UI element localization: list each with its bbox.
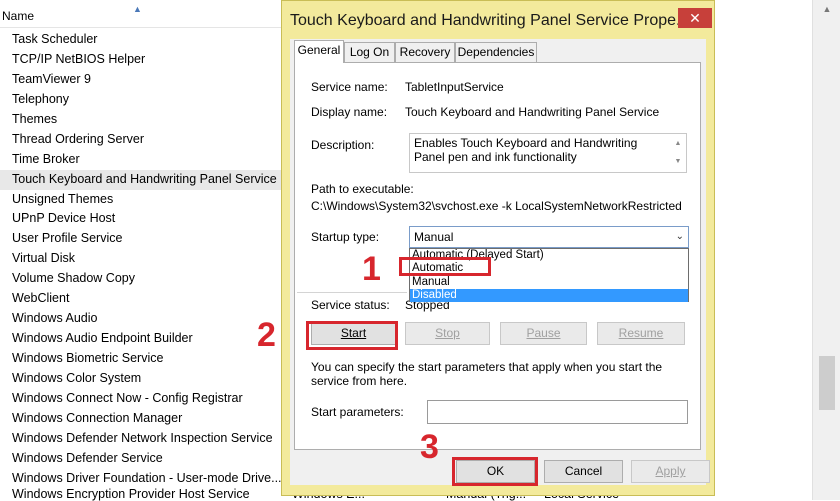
resume-button-label: Resume	[618, 326, 664, 340]
service-list-item[interactable]: Windows Defender Network Inspection Serv…	[0, 429, 284, 449]
pause-button-label: Pause	[526, 326, 561, 340]
description-text: Enables Touch Keyboard and Handwriting P…	[414, 136, 638, 164]
service-list-item[interactable]: Themes	[0, 110, 284, 130]
service-list-item[interactable]: Touch Keyboard and Handwriting Panel Ser…	[0, 169, 284, 190]
display-name-value: Touch Keyboard and Handwriting Panel Ser…	[405, 105, 660, 119]
service-list-item[interactable]: Thread Ordering Server	[0, 130, 284, 150]
service-name-value: TabletInputService	[405, 80, 504, 94]
path-label: Path to executable:	[311, 182, 414, 196]
scroll-up-icon[interactable]: ▲	[671, 135, 685, 153]
close-button[interactable]: ✕	[678, 8, 712, 28]
startup-option-manual[interactable]: Manual	[410, 276, 688, 289]
tab-general[interactable]: General	[294, 40, 344, 63]
service-list-item[interactable]: Unsigned Themes	[0, 190, 284, 210]
tab-dependencies[interactable]: Dependencies	[455, 42, 537, 62]
service-name-cell: Windows Encryption Provider Host Service	[12, 487, 250, 501]
divider	[297, 292, 407, 293]
start-parameters-label: Start parameters:	[311, 405, 404, 419]
close-icon: ✕	[689, 10, 701, 26]
chevron-down-icon[interactable]: ⌄	[676, 227, 684, 247]
start-parameters-input[interactable]	[427, 400, 688, 424]
service-list-item[interactable]: Windows Defender Service	[0, 449, 284, 469]
service-list-item[interactable]: User Profile Service	[0, 229, 284, 249]
annotation-box-automatic	[399, 257, 491, 276]
description-textbox[interactable]: Enables Touch Keyboard and Handwriting P…	[409, 133, 687, 173]
general-tab-panel: Service name: TabletInputService Display…	[294, 62, 701, 450]
startup-type-select[interactable]: Manual ⌄	[409, 226, 689, 248]
vertical-scrollbar[interactable]: ▲	[812, 0, 840, 500]
cancel-button[interactable]: Cancel	[544, 460, 623, 483]
description-label: Description:	[311, 138, 375, 152]
scroll-up-icon[interactable]: ▲	[813, 0, 840, 18]
scrollbar-thumb[interactable]	[819, 356, 835, 410]
service-list-item[interactable]: Telephony	[0, 90, 284, 110]
service-list-item[interactable]: WebClient	[0, 289, 284, 309]
sort-ascending-icon: ▲	[133, 4, 142, 14]
help-text: You can specify the start parameters tha…	[311, 360, 663, 388]
annotation-box-start	[306, 321, 398, 350]
service-list-item[interactable]: Windows Biometric Service	[0, 349, 284, 369]
stop-button-label: Stop	[435, 326, 460, 340]
display-name-label: Display name:	[311, 105, 388, 119]
annotation-number-1: 1	[362, 250, 381, 288]
service-list-item[interactable]: Windows Driver Foundation - User-mode Dr…	[0, 469, 284, 489]
dialog-titlebar[interactable]: Touch Keyboard and Handwriting Panel Ser…	[282, 1, 714, 39]
service-list-item[interactable]: Windows Audio Endpoint Builder	[0, 329, 284, 349]
service-list-item[interactable]: Task Scheduler	[0, 30, 284, 50]
scroll-down-icon[interactable]: ▼	[671, 153, 685, 171]
column-header-name[interactable]: Name	[2, 9, 34, 23]
dialog-title: Touch Keyboard and Handwriting Panel Ser…	[290, 12, 690, 29]
service-properties-dialog: Touch Keyboard and Handwriting Panel Ser…	[281, 0, 715, 496]
service-name-label: Service name:	[311, 80, 388, 94]
pause-button[interactable]: Pause	[500, 322, 587, 345]
service-list-item[interactable]: Windows Connection Manager	[0, 409, 284, 429]
service-list-item[interactable]: Time Broker	[0, 150, 284, 170]
list-header[interactable]: Name ▲	[0, 4, 282, 28]
startup-option-disabled[interactable]: Disabled	[410, 288, 688, 303]
service-list-item[interactable]: Volume Shadow Copy	[0, 269, 284, 289]
annotation-box-ok	[452, 457, 538, 486]
service-list-item[interactable]: TeamViewer 9	[0, 70, 284, 90]
annotation-number-2: 2	[257, 316, 276, 354]
service-list-item[interactable]: Windows Audio	[0, 309, 284, 329]
apply-button-label: Apply	[655, 464, 686, 478]
service-status-label: Service status:	[311, 298, 390, 312]
startup-type-label: Startup type:	[311, 230, 380, 244]
service-list-item[interactable]: Virtual Disk	[0, 249, 284, 269]
description-scrollbar[interactable]: ▲ ▼	[671, 135, 685, 171]
tab-log-on[interactable]: Log On	[344, 42, 395, 62]
service-list-item[interactable]: TCP/IP NetBIOS Helper	[0, 50, 284, 70]
dialog-body: General Log On Recovery Dependencies Ser…	[290, 39, 710, 485]
service-list-item[interactable]: UPnP Device Host	[0, 209, 284, 229]
resume-button[interactable]: Resume	[597, 322, 685, 345]
annotation-number-3: 3	[420, 428, 439, 466]
service-list: Task Scheduler TCP/IP NetBIOS Helper TeamV…	[0, 30, 284, 489]
stop-button[interactable]: Stop	[405, 322, 490, 345]
path-value: C:\Windows\System32\svchost.exe -k Local…	[311, 199, 682, 213]
apply-button[interactable]: Apply	[631, 460, 710, 483]
tab-recovery[interactable]: Recovery	[395, 42, 455, 62]
service-list-item[interactable]: Windows Color System	[0, 369, 284, 389]
service-list-item[interactable]: Windows Connect Now - Config Registrar	[0, 389, 284, 409]
startup-type-selected: Manual	[414, 230, 454, 244]
